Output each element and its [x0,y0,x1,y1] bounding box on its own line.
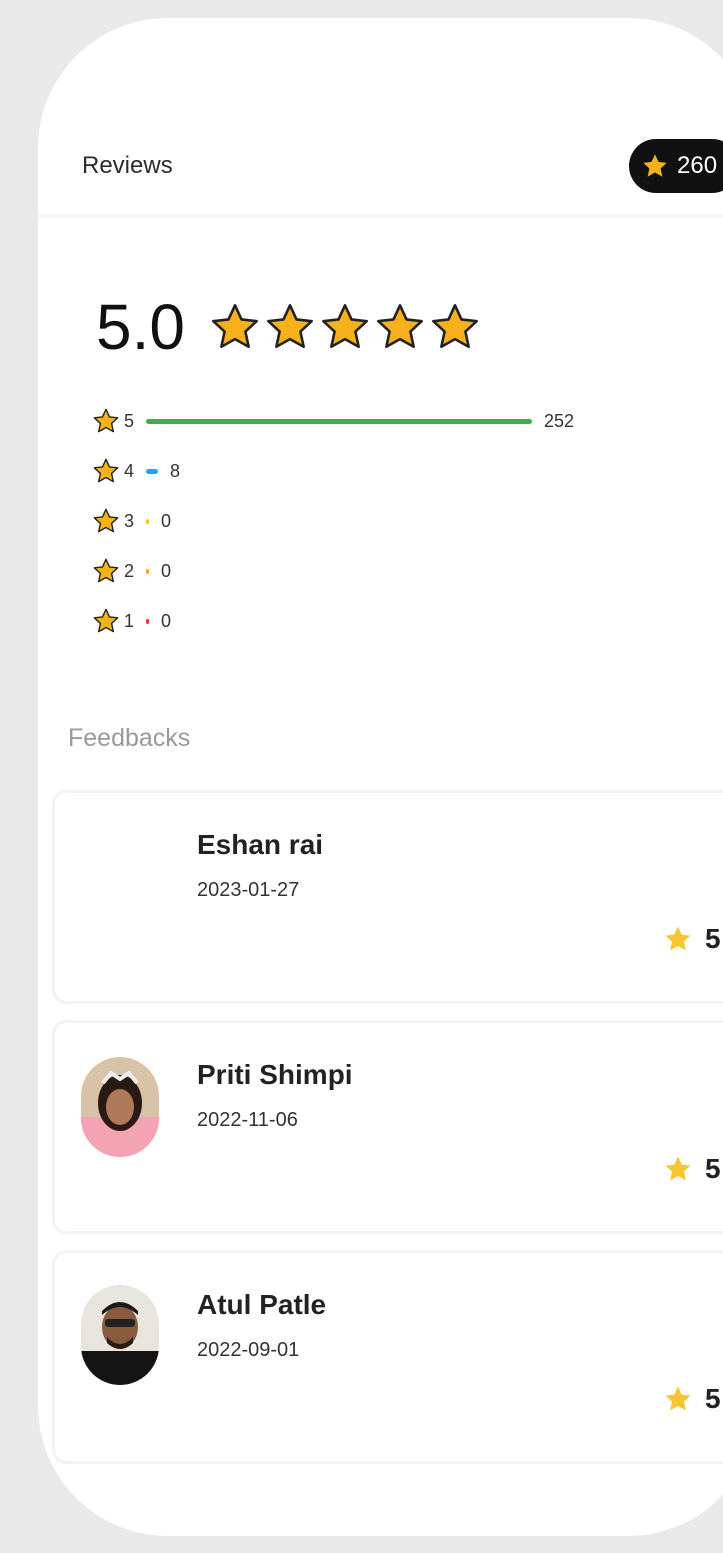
reviewer-name: Priti Shimpi [197,1059,353,1090]
review-rating: 5 [663,1383,721,1415]
star-icon [267,304,313,349]
distribution-bar [146,618,149,624]
review-date: 2023-01-27 [197,879,300,901]
distribution-bar [146,568,149,574]
star-icon [665,1386,691,1411]
star-icon [377,304,423,349]
distribution-count: 0 [161,610,172,631]
distribution-count: 252 [544,410,575,431]
star-level: 4 [124,460,135,481]
star-icon [665,926,691,951]
distribution-count: 0 [161,510,172,531]
phone-screen: Reviews 260 5.0 5 252 4 8 3 0 2 0 1 0 Feedbacks E… [38,18,723,1536]
star-icon [665,1156,691,1181]
distribution-bar [146,418,532,424]
star-icon [93,458,119,483]
page-title: Reviews [82,152,173,179]
star-icon [322,304,368,349]
star-level: 2 [124,560,135,581]
distribution-row: 30 [92,506,171,536]
rating-value: 5 [705,1383,721,1414]
points-badge[interactable]: 260 [629,139,723,193]
star-icon [93,508,119,533]
star-icon [432,304,478,349]
review-date: 2022-11-06 [197,1109,298,1131]
avatar [81,1285,159,1385]
feedback-card: Atul Patle 2022-09-01 5 [52,1250,723,1464]
average-stars [209,301,484,353]
distribution-row: 5 252 [92,406,574,436]
distribution-count: 0 [161,560,172,581]
feedback-card: Eshan rai 2023-01-27 5 [52,790,723,1004]
distribution-bar [146,468,158,474]
star-icon [93,408,119,433]
star-level: 3 [124,510,135,531]
star-icon [93,558,119,583]
average-rating: 5.0 [96,290,484,364]
star-icon [212,304,258,349]
feedback-card: Priti Shimpi 2022-11-06 5 [52,1020,723,1234]
distribution-bar [146,518,149,524]
distribution-row: 20 [92,556,171,586]
star-icon [643,154,667,177]
rating-value: 5 [705,1153,721,1184]
avatar [81,1057,159,1157]
distribution-row: 48 [92,456,180,486]
rating-value: 5 [705,923,721,954]
star-level: 1 [124,610,135,631]
points-value: 260 [677,152,718,179]
reviewer-name: Eshan rai [197,829,324,860]
star-level: 5 [124,410,135,431]
distribution-row: 10 [92,606,171,636]
reviewer-name: Atul Patle [197,1289,327,1320]
distribution-count: 8 [170,460,181,481]
header: Reviews 260 [38,18,723,218]
review-rating: 5 [663,923,721,955]
review-date: 2022-09-01 [197,1339,300,1361]
average-value: 5.0 [96,291,185,363]
feedbacks-label: Feedbacks [68,724,191,752]
star-icon [93,608,119,633]
review-rating: 5 [663,1153,721,1185]
